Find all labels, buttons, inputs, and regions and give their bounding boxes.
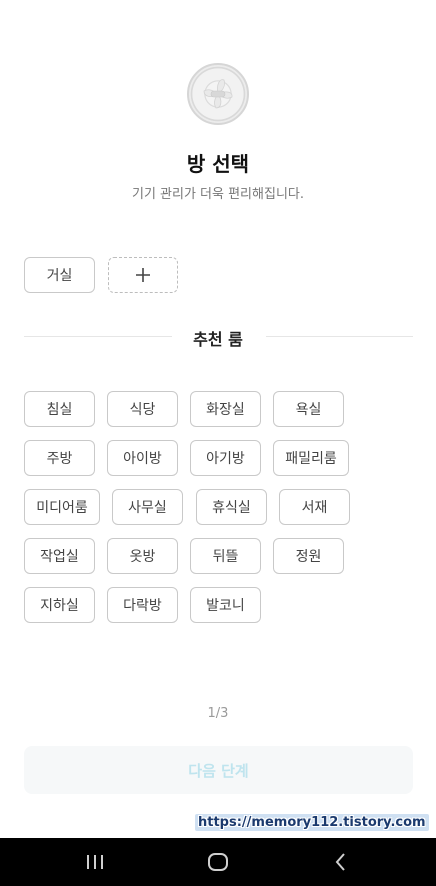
home-icon xyxy=(208,853,228,871)
room-chip-garden[interactable]: 정원 xyxy=(273,538,344,574)
room-chip-workroom[interactable]: 작업실 xyxy=(24,538,95,574)
watermark-text: https://memory112.tistory.com xyxy=(195,814,429,831)
selected-room-label: 거실 xyxy=(46,268,73,284)
ceiling-fan-device-icon xyxy=(187,63,249,125)
next-step-label: 다음 단계 xyxy=(188,761,249,780)
room-chip-kids-room[interactable]: 아이방 xyxy=(107,440,178,476)
room-chip-dining[interactable]: 식당 xyxy=(107,391,178,427)
page-subtitle: 기기 관리가 더욱 편리해집니다. xyxy=(131,187,304,202)
room-chip-basement[interactable]: 지하실 xyxy=(24,587,95,623)
room-chip-restroom[interactable]: 화장실 xyxy=(190,391,261,427)
recents-icon xyxy=(87,855,103,869)
back-icon xyxy=(335,853,345,871)
back-button[interactable] xyxy=(311,838,371,886)
page-indicator: 1/3 xyxy=(207,706,229,721)
home-button[interactable] xyxy=(188,838,248,886)
add-room-button[interactable] xyxy=(108,257,178,293)
page-title: 방 선택 xyxy=(186,152,250,176)
room-chip-attic[interactable]: 다락방 xyxy=(107,587,178,623)
room-chip-balcony[interactable]: 발코니 xyxy=(190,587,261,623)
room-chip-backyard[interactable]: 뒤뜰 xyxy=(190,538,261,574)
room-chip-family-room[interactable]: 패밀리룸 xyxy=(273,440,349,476)
divider-right xyxy=(266,336,413,337)
system-navigation-bar xyxy=(0,838,436,886)
plus-icon xyxy=(136,268,150,282)
room-chip-study[interactable]: 서재 xyxy=(279,489,350,525)
room-chip-bedroom[interactable]: 침실 xyxy=(24,391,95,427)
selected-room-chip[interactable]: 거실 xyxy=(24,257,95,293)
room-chip-bathroom[interactable]: 욕실 xyxy=(273,391,344,427)
room-chip-media-room[interactable]: 미디어룸 xyxy=(24,489,100,525)
next-step-button[interactable]: 다음 단계 xyxy=(24,746,413,794)
room-chip-office[interactable]: 사무실 xyxy=(112,489,183,525)
room-chip-kitchen[interactable]: 주방 xyxy=(24,440,95,476)
recommended-title: 추천 룸 xyxy=(193,330,243,349)
room-chip-dressroom[interactable]: 옷방 xyxy=(107,538,178,574)
recents-button[interactable] xyxy=(65,838,125,886)
room-chip-baby-room[interactable]: 아기방 xyxy=(190,440,261,476)
room-chip-lounge[interactable]: 휴식실 xyxy=(196,489,267,525)
